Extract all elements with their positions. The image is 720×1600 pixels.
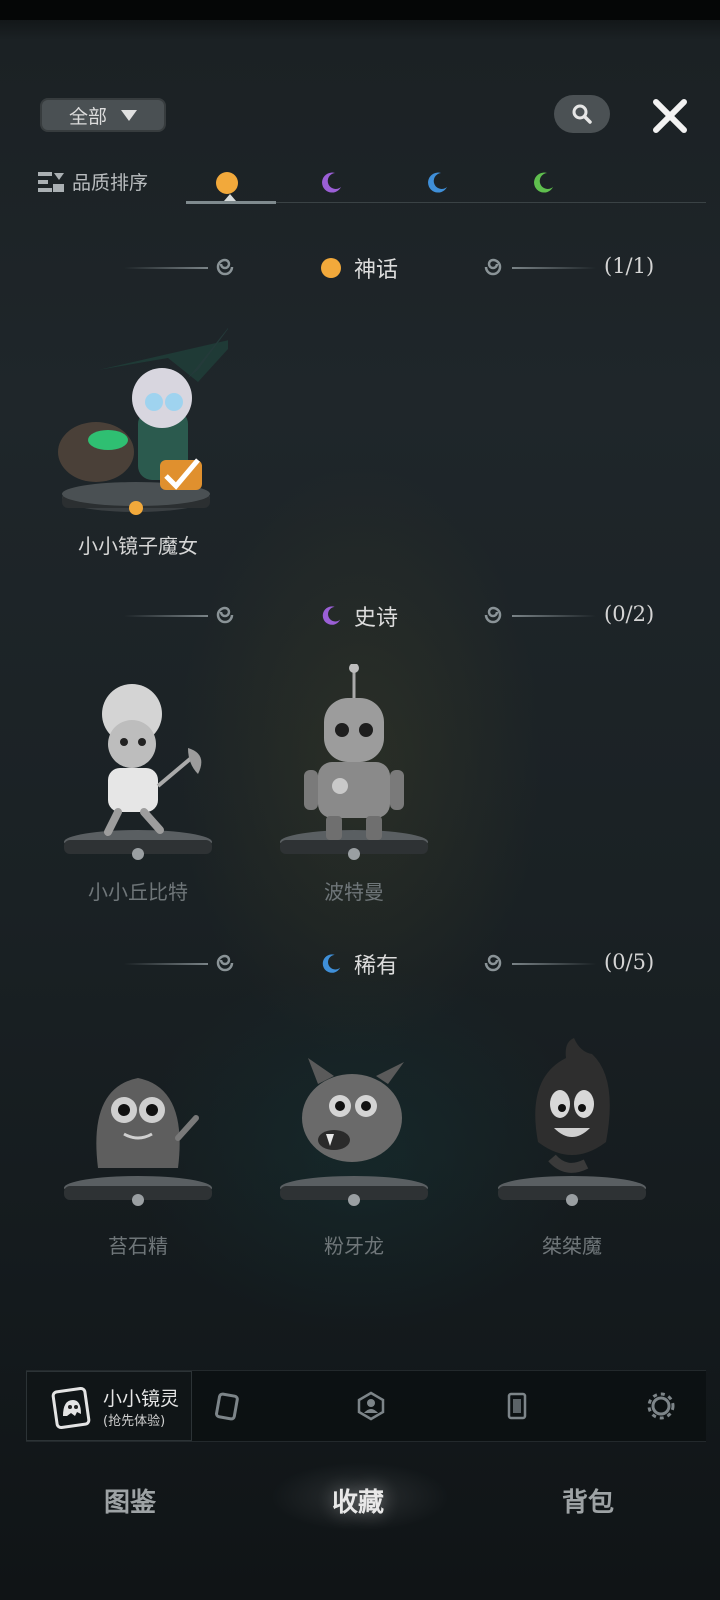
cupid-figure [64, 684, 212, 860]
divider-line [124, 615, 208, 617]
collection-item-moss-spirit[interactable]: 苔石精 [48, 1018, 228, 1268]
sort-label: 品质排序 [72, 172, 149, 194]
cackling-demon-figure [498, 1038, 646, 1206]
divider-line [512, 615, 596, 617]
card-icon[interactable] [212, 1391, 242, 1421]
moss-spirit-figure [64, 1078, 212, 1206]
item-name: 小小镜子魔女 [78, 534, 198, 558]
gear-icon[interactable] [646, 1391, 676, 1421]
collection-item-portman[interactable]: 波特曼 [264, 664, 444, 914]
tab-rare[interactable] [422, 168, 452, 198]
filter-label: 全部 [68, 105, 107, 128]
quality-tabs [186, 164, 706, 204]
search-icon [572, 104, 592, 124]
divider-line [512, 963, 596, 965]
status-bar [0, 0, 720, 20]
chevron-down-icon [121, 109, 137, 121]
green-moon-icon [534, 172, 553, 193]
filter-dropdown[interactable]: 全部 [40, 98, 166, 132]
swirl-icon [216, 954, 234, 972]
swirl-icon [216, 258, 234, 276]
orange-orb-icon [321, 258, 341, 278]
divider-line [124, 963, 208, 965]
category-title: 小小镜灵 [103, 1388, 180, 1410]
tab-common[interactable] [528, 168, 558, 198]
bottom-tab-bar: 图鉴 收藏 背包 [0, 1452, 720, 1552]
pink-tooth-dragon-figure [280, 1058, 428, 1206]
item-name: 粉牙龙 [324, 1234, 384, 1258]
portman-robot-figure [280, 664, 428, 860]
section-title: 史诗 [354, 606, 399, 631]
sort-button[interactable]: 品质排序 [36, 168, 148, 195]
collection-item-cackling-demon[interactable]: 桀桀魔 [482, 1018, 662, 1268]
section-count: (1/1) [604, 254, 655, 278]
divider-line [512, 267, 596, 269]
item-name: 小小丘比特 [88, 880, 188, 904]
item-name: 波特曼 [324, 880, 384, 904]
collection-item-mirror-witch[interactable]: 小小镜子魔女 [48, 318, 228, 568]
swirl-icon [216, 606, 234, 624]
section-header-rare: 稀有 (0/5) [0, 944, 720, 984]
section-count: (0/2) [604, 602, 655, 626]
item-name: 苔石精 [108, 1234, 168, 1258]
orange-orb-icon [216, 172, 238, 194]
collection-item-pink-tooth-dragon[interactable]: 粉牙龙 [264, 1018, 444, 1268]
collection-item-cupid[interactable]: 小小丘比特 [48, 664, 228, 914]
tab-handbook[interactable]: 图鉴 [104, 1482, 156, 1519]
cardback-icon[interactable] [502, 1391, 532, 1421]
category-tab-mirror-spirit[interactable]: 小小镜灵 (抢先体验) [26, 1371, 192, 1441]
section-title: 稀有 [354, 954, 399, 979]
blue-moon-icon [322, 954, 341, 973]
close-button[interactable] [648, 94, 692, 138]
section-title: 神话 [354, 258, 399, 283]
tab-epic[interactable] [316, 168, 346, 198]
section-header-epic: 史诗 (0/2) [0, 596, 720, 636]
sort-icon [38, 171, 64, 192]
swirl-icon [484, 606, 502, 624]
divider-line [124, 267, 208, 269]
close-icon [653, 99, 687, 133]
portrait-icon[interactable] [356, 1391, 386, 1421]
tab-myth[interactable] [212, 168, 242, 198]
search-button[interactable] [554, 95, 610, 133]
mirror-witch-figure [58, 328, 228, 515]
section-header-myth: 神话 (1/1) [0, 248, 720, 288]
swirl-icon [484, 954, 502, 972]
tab-collection[interactable]: 收藏 [332, 1482, 384, 1519]
purple-moon-icon [322, 172, 341, 193]
category-subtitle: (抢先体验) [103, 1414, 166, 1429]
tab-backpack[interactable]: 背包 [562, 1482, 614, 1519]
tab-active-indicator [186, 201, 276, 204]
ghost-card-icon [51, 1386, 91, 1430]
category-bar: 小小镜灵 (抢先体验) [26, 1370, 706, 1442]
purple-moon-icon [322, 606, 341, 625]
blue-moon-icon [428, 172, 447, 193]
item-name: 桀桀魔 [542, 1234, 602, 1258]
swirl-icon [484, 258, 502, 276]
section-count: (0/5) [604, 950, 655, 974]
